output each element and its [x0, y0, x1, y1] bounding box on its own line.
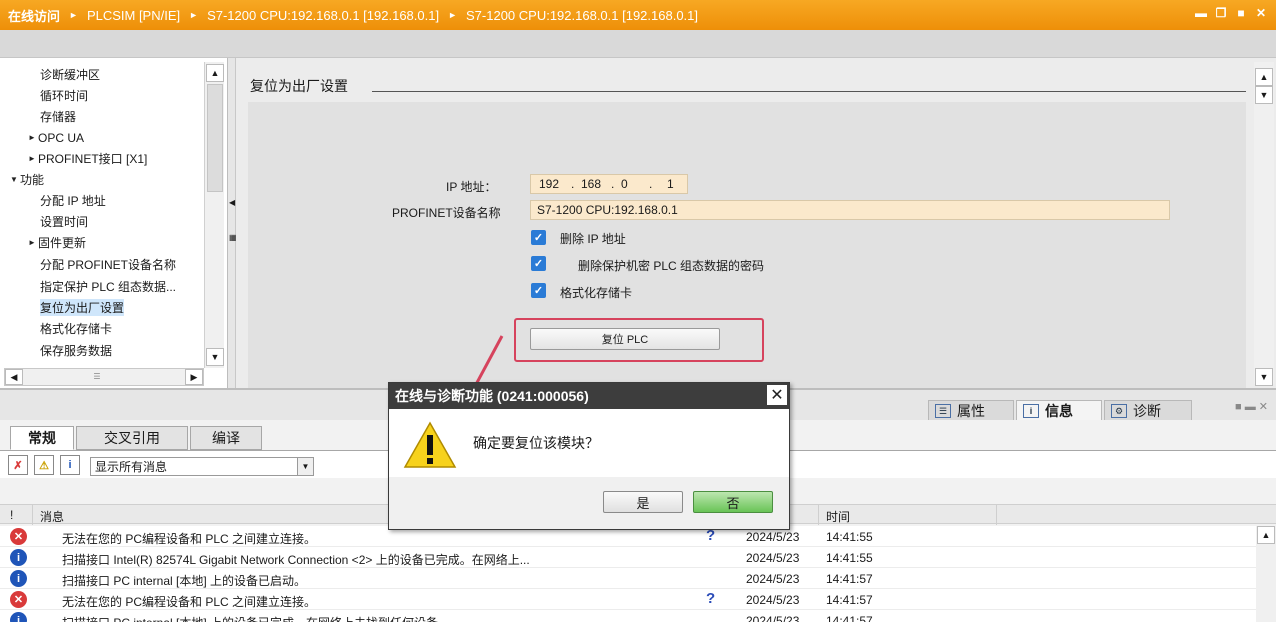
scroll-right-icon[interactable]: ▶: [185, 369, 203, 385]
maximize-icon[interactable]: ■: [1234, 6, 1248, 20]
tree-item-protect-plc-config[interactable]: 指定保护 PLC 组态数据...: [40, 276, 176, 297]
reset-plc-button[interactable]: 复位 PLC: [530, 328, 720, 350]
breadcrumb-online-access[interactable]: 在线访问: [8, 6, 60, 25]
tab-general[interactable]: 常规: [10, 426, 74, 450]
collapse-left-icon[interactable]: ◀: [229, 198, 235, 207]
scroll-up-icon[interactable]: ▲: [1257, 526, 1275, 544]
tree-vertical-scrollbar[interactable]: ▲ ▼: [204, 62, 224, 368]
tree-item-functions[interactable]: ▼ 功能: [10, 169, 44, 190]
panel-controls[interactable]: ■ ▬ ✕: [1235, 400, 1268, 413]
expand-arrow-icon[interactable]: ►: [28, 238, 38, 247]
tree-item-assign-ip[interactable]: 分配 IP 地址: [40, 190, 106, 211]
scroll-thumb[interactable]: [207, 84, 223, 192]
panel-splitter[interactable]: ◀ ▦: [228, 58, 237, 388]
breadcrumb-cpu-current[interactable]: S7-1200 CPU:192.168.0.1 [192.168.0.1]: [466, 8, 698, 23]
tree-item-firmware-update[interactable]: ► 固件更新: [28, 232, 86, 253]
help-icon[interactable]: ?: [706, 590, 715, 607]
no-button[interactable]: 否: [693, 491, 773, 513]
info-icon: i: [1023, 404, 1039, 418]
divider: [372, 91, 1246, 92]
format-card-checkbox[interactable]: ✓: [531, 283, 546, 298]
column-time[interactable]: 时间: [826, 508, 850, 525]
message-filter-select[interactable]: 显示所有消息 ▼: [90, 457, 314, 476]
tab-compile[interactable]: 编译: [190, 426, 262, 450]
chevron-down-icon[interactable]: ▼: [297, 458, 313, 475]
tab-properties[interactable]: ☰ 属性: [928, 400, 1014, 422]
tree-item-opc-ua[interactable]: ► OPC UA: [28, 127, 84, 148]
tree-item-set-time[interactable]: 设置时间: [40, 211, 88, 232]
scroll-grip-icon[interactable]: ☰: [91, 372, 103, 382]
column-message[interactable]: 消息: [40, 508, 64, 525]
toolbar-strip: [0, 30, 1276, 58]
breadcrumb-cpu[interactable]: S7-1200 CPU:192.168.0.1 [192.168.0.1]: [207, 8, 439, 23]
minimize-icon[interactable]: ▬: [1194, 6, 1208, 20]
table-vertical-scrollbar[interactable]: ▲: [1256, 526, 1276, 622]
breadcrumb-separator-icon: ►: [448, 10, 457, 20]
close-icon[interactable]: ✕: [767, 385, 787, 405]
tree-item-save-service-data[interactable]: 保存服务数据: [40, 340, 112, 361]
properties-icon: ☰: [935, 404, 951, 418]
table-row[interactable]: i 扫描接口 PC internal [本地] 上的设备已完成。在网络上未找到任…: [0, 610, 1256, 622]
error-icon: ✕: [10, 591, 27, 608]
tree-item-cycle-time[interactable]: 循环时间: [40, 85, 88, 106]
info-icon: i: [10, 612, 27, 622]
filter-errors-icon[interactable]: ✗: [8, 455, 28, 475]
page-title: 复位为出厂设置: [250, 78, 348, 94]
breadcrumb-separator-icon: ►: [189, 10, 199, 20]
column-severity[interactable]: !: [10, 508, 13, 522]
tree-item-format-card[interactable]: 格式化存储卡: [40, 318, 112, 339]
tree-item-diagnostic-buffer[interactable]: 诊断缓冲区: [40, 64, 100, 85]
error-icon: ✕: [10, 528, 27, 545]
reset-settings-area: IP 地址： 192 . 168 . 0 . 1 PROFINET设备名称 S7…: [248, 102, 1246, 388]
scroll-down-icon[interactable]: ▼: [1255, 86, 1273, 104]
tree-item-memory[interactable]: 存储器: [40, 106, 76, 127]
delete-password-label: 删除保护机密 PLC 组态数据的密码: [578, 259, 765, 273]
filter-info-icon[interactable]: i: [60, 455, 80, 475]
info-icon: i: [10, 570, 27, 587]
delete-ip-label: 删除 IP 地址: [560, 232, 626, 246]
tree-item-assign-profinet-name[interactable]: 分配 PROFINET设备名称: [40, 254, 176, 275]
collapse-arrow-icon[interactable]: ▼: [10, 175, 20, 184]
format-card-label: 格式化存储卡: [560, 286, 633, 300]
scroll-up-icon[interactable]: ▲: [206, 64, 224, 82]
yes-button[interactable]: 是: [603, 491, 683, 513]
profinet-name-label: PROFINET设备名称: [392, 206, 501, 220]
main-vertical-scrollbar[interactable]: ▲ ▼ ▼: [1254, 62, 1274, 386]
scroll-left-icon[interactable]: ◀: [5, 369, 23, 385]
dialog-title: 在线与诊断功能 (0241:000056): [389, 383, 789, 409]
expand-arrow-icon[interactable]: ►: [28, 133, 38, 142]
dialog-body: 确定要复位该模块？: [389, 409, 789, 477]
close-icon[interactable]: ✕: [1254, 6, 1268, 20]
ip-address-label: IP 地址：: [446, 180, 497, 194]
restore-icon[interactable]: ❐: [1214, 6, 1228, 20]
scroll-up-icon[interactable]: ▲: [1255, 68, 1273, 86]
breadcrumb-separator-icon: ►: [69, 10, 78, 20]
tree-item-profinet-interface[interactable]: ► PROFINET接口 [X1]: [28, 148, 147, 169]
title-bar: 在线访问 ► PLCSIM [PN/IE] ► S7-1200 CPU:192.…: [0, 0, 1276, 30]
function-tree: 诊断缓冲区 循环时间 存储器 ► OPC UA ► PROFINET接口 [X1] …: [0, 58, 228, 388]
diagnostics-icon: ⚙: [1111, 404, 1127, 418]
table-row[interactable]: ✕ 无法在您的 PC编程设备和 PLC 之间建立连接。 ? 2024/5/23 …: [0, 589, 1256, 610]
expand-arrow-icon[interactable]: ►: [28, 154, 38, 163]
dialog-message: 确定要复位该模块？: [473, 435, 599, 451]
scroll-down-icon[interactable]: ▼: [206, 348, 224, 366]
profinet-name-field[interactable]: S7-1200 CPU:192.168.0.1: [530, 200, 1170, 220]
warning-icon: [403, 421, 457, 468]
tab-diagnostics[interactable]: ⚙ 诊断: [1104, 400, 1192, 422]
confirm-dialog: 在线与诊断功能 (0241:000056) ✕ 确定要复位该模块？ 是 否: [388, 382, 790, 530]
tab-cross-references[interactable]: 交叉引用: [76, 426, 188, 450]
table-row[interactable]: i 扫描接口 Intel(R) 82574L Gigabit Network C…: [0, 547, 1256, 568]
ip-address-field[interactable]: 192 . 168 . 0 . 1: [530, 174, 688, 194]
breadcrumb-plcsim[interactable]: PLCSIM [PN/IE]: [87, 8, 180, 23]
tree-horizontal-scrollbar[interactable]: ◀ ☰ ▶: [4, 368, 204, 386]
tree-item-factory-reset[interactable]: 复位为出厂设置: [40, 297, 125, 318]
scroll-down-icon[interactable]: ▼: [1255, 368, 1273, 386]
delete-password-checkbox[interactable]: ✓: [531, 256, 546, 271]
filter-warnings-icon[interactable]: ⚠: [34, 455, 54, 475]
tab-info[interactable]: i 信息: [1016, 400, 1102, 422]
delete-ip-checkbox[interactable]: ✓: [531, 230, 546, 245]
main-panel: 复位为出厂设置 IP 地址： 192 . 168 . 0 . 1 PROFINE…: [236, 58, 1276, 388]
table-row[interactable]: i 扫描接口 PC internal [本地] 上的设备已启动。 2024/5/…: [0, 568, 1256, 589]
info-icon: i: [10, 549, 27, 566]
